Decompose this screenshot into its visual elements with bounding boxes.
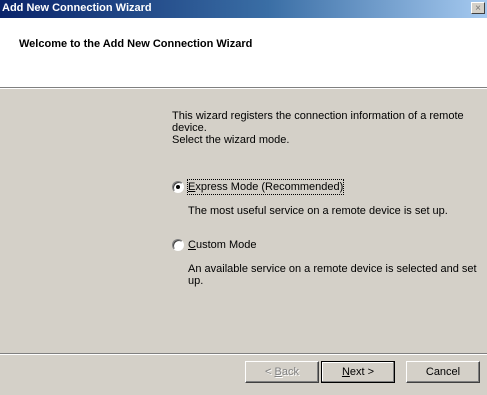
- express-mode-label[interactable]: Express Mode (Recommended): [186, 179, 345, 195]
- footer-divider: [0, 353, 487, 355]
- back-button-label: ack: [281, 366, 299, 378]
- custom-mode-label-text: ustom Mode: [195, 239, 257, 251]
- radio-selected-dot: [176, 185, 180, 189]
- back-button[interactable]: < Back: [245, 361, 319, 383]
- next-button[interactable]: Next >: [321, 361, 395, 383]
- custom-mode-label[interactable]: Custom Mode: [188, 238, 256, 252]
- window-title: Add New Connection Wizard: [2, 2, 152, 14]
- accelerator-key: N: [341, 366, 350, 378]
- intro-line: Select the wizard mode.: [172, 134, 290, 146]
- wizard-header: Welcome to the Add New Connection Wizard: [0, 18, 487, 87]
- next-button-label: ext >: [349, 366, 375, 378]
- express-mode-description: The most useful service on a remote devi…: [188, 205, 448, 217]
- page-title: Welcome to the Add New Connection Wizard: [19, 38, 253, 50]
- custom-mode-radio[interactable]: [172, 239, 184, 251]
- close-icon: ×: [475, 3, 481, 14]
- express-mode-label-text: xpress Mode (Recommended): [195, 181, 344, 193]
- close-button[interactable]: ×: [471, 2, 485, 14]
- custom-mode-description: An available service on a remote device …: [188, 263, 477, 287]
- cancel-button[interactable]: Cancel: [406, 361, 480, 383]
- intro-line: This wizard registers the connection inf…: [172, 110, 464, 134]
- accelerator-key: B: [274, 366, 282, 378]
- title-bar: Add New Connection Wizard ×: [0, 0, 487, 18]
- accelerator-key: C: [188, 239, 196, 251]
- back-button-prefix: <: [265, 366, 275, 378]
- intro-text: This wizard registers the connection inf…: [172, 110, 472, 146]
- header-divider: [0, 87, 487, 89]
- express-mode-radio[interactable]: [172, 181, 184, 193]
